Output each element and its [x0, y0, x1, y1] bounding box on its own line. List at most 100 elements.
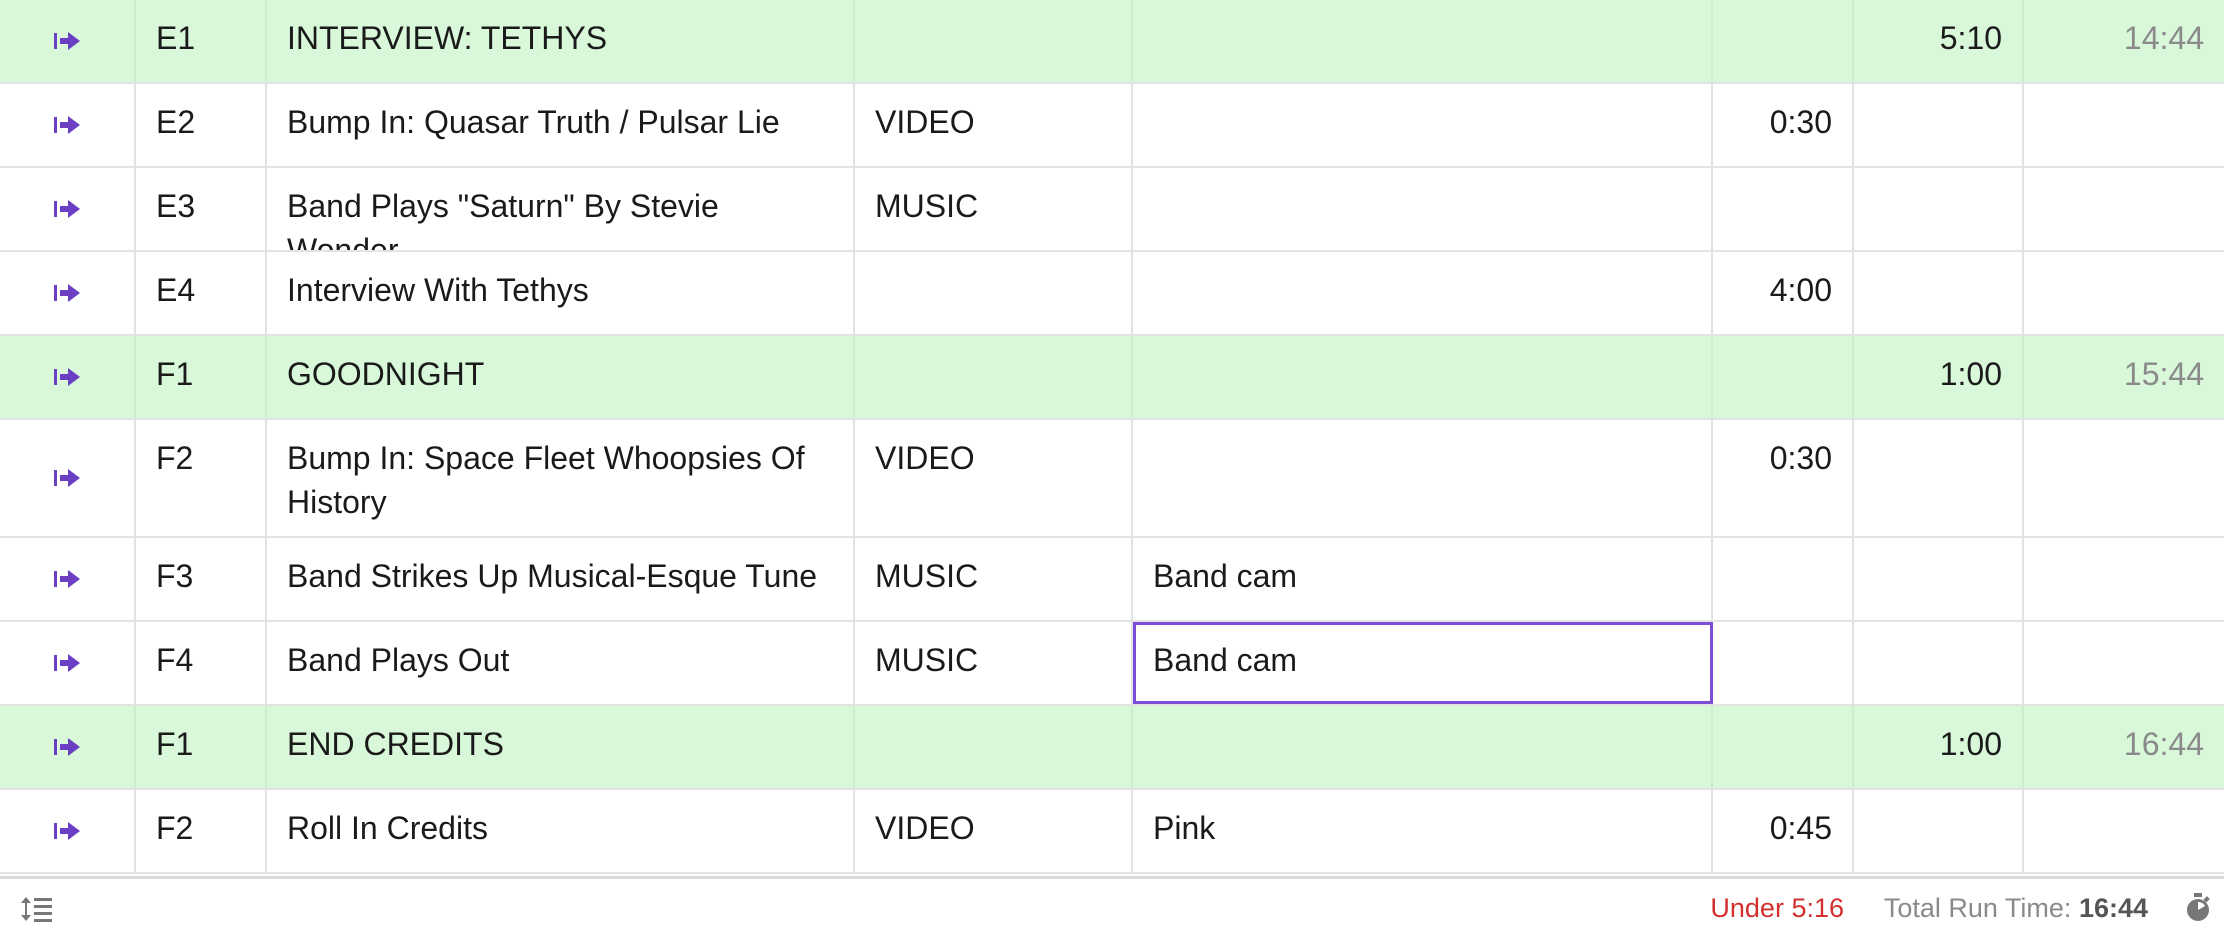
go-to-arrow-icon[interactable]: [52, 466, 82, 490]
type-cell[interactable]: VIDEO: [855, 790, 1133, 872]
total-run-time-label: Total Run Time:: [1883, 893, 2072, 923]
total-run-time: Total Run Time: 16:44: [1884, 893, 2148, 924]
segment-time-cell[interactable]: 1:00: [1854, 336, 2024, 418]
segment-time-cell[interactable]: [1854, 84, 2024, 166]
item-row[interactable]: E4 Interview With Tethys 4:00: [0, 252, 2224, 336]
duration-cell[interactable]: 0:45: [1713, 790, 1854, 872]
go-to-arrow-icon[interactable]: [52, 113, 82, 137]
line-height-icon[interactable]: [20, 895, 54, 930]
notes-cell[interactable]: [1133, 336, 1713, 418]
go-to-arrow-icon[interactable]: [52, 281, 82, 305]
item-number-cell[interactable]: E3: [136, 168, 267, 250]
notes-cell[interactable]: [1133, 84, 1713, 166]
notes-cell[interactable]: Band cam: [1133, 622, 1713, 704]
item-number-cell[interactable]: F2: [136, 420, 267, 536]
item-row[interactable]: F3 Band Strikes Up Musical-Esque Tune MUSI…: [0, 538, 2224, 622]
duration-cell[interactable]: [1713, 538, 1854, 620]
type-cell[interactable]: VIDEO: [855, 420, 1133, 536]
type-cell[interactable]: [855, 252, 1133, 334]
notes-cell[interactable]: Pink: [1133, 790, 1713, 872]
item-number-cell[interactable]: E2: [136, 84, 267, 166]
title-cell[interactable]: GOODNIGHT: [267, 336, 855, 418]
clock-time-cell[interactable]: [2024, 420, 2224, 536]
duration-cell[interactable]: 0:30: [1713, 420, 1854, 536]
title-cell[interactable]: INTERVIEW: TETHYS: [267, 0, 855, 82]
type-cell[interactable]: [855, 0, 1133, 82]
item-number-cell[interactable]: F3: [136, 538, 267, 620]
clock-time-cell[interactable]: 16:44: [2024, 706, 2224, 788]
notes-cell[interactable]: [1133, 706, 1713, 788]
go-to-arrow-icon[interactable]: [52, 197, 82, 221]
go-to-arrow-icon[interactable]: [52, 365, 82, 389]
go-to-arrow-icon[interactable]: [52, 651, 82, 675]
item-row[interactable]: F4 Band Plays Out MUSIC Band cam: [0, 622, 2224, 706]
under-over-status: Under 5:16: [1710, 893, 1844, 923]
clock-time-cell[interactable]: [2024, 252, 2224, 334]
duration-cell[interactable]: [1713, 706, 1854, 788]
clock-time-cell[interactable]: 15:44: [2024, 336, 2224, 418]
title-cell[interactable]: Bump In: Quasar Truth / Pulsar Lie: [267, 84, 855, 166]
segment-row[interactable]: E1 INTERVIEW: TETHYS 5:10 14:44: [0, 0, 2224, 84]
clock-time-cell[interactable]: [2024, 538, 2224, 620]
title-cell[interactable]: Band Plays Out: [267, 622, 855, 704]
segment-time-cell[interactable]: [1854, 538, 2024, 620]
row-action-cell: [0, 790, 136, 872]
item-number-cell[interactable]: F1: [136, 706, 267, 788]
go-to-arrow-icon[interactable]: [52, 567, 82, 591]
duration-cell[interactable]: [1713, 168, 1854, 250]
segment-time-cell[interactable]: 5:10: [1854, 0, 2024, 82]
go-to-arrow-icon[interactable]: [52, 819, 82, 843]
title-cell[interactable]: Roll In Credits: [267, 790, 855, 872]
title-cell[interactable]: END CREDITS: [267, 706, 855, 788]
type-cell[interactable]: [855, 706, 1133, 788]
item-row[interactable]: E2 Bump In: Quasar Truth / Pulsar Lie VIDE…: [0, 84, 2224, 168]
title-cell[interactable]: Interview With Tethys: [267, 252, 855, 334]
segment-time-cell[interactable]: [1854, 420, 2024, 536]
duration-cell[interactable]: [1713, 0, 1854, 82]
title-cell[interactable]: Bump In: Space Fleet Whoopsies Of Histor…: [267, 420, 855, 536]
total-run-time-value: 16:44: [2078, 893, 2148, 923]
stopwatch-icon[interactable]: [2184, 893, 2212, 930]
type-cell[interactable]: VIDEO: [855, 84, 1133, 166]
segment-time-cell[interactable]: [1854, 790, 2024, 872]
clock-time-cell[interactable]: [2024, 168, 2224, 250]
notes-cell[interactable]: Band cam: [1133, 538, 1713, 620]
notes-cell[interactable]: [1133, 420, 1713, 536]
duration-cell[interactable]: 0:30: [1713, 84, 1854, 166]
title-cell[interactable]: Band Plays "Saturn" By Stevie Wonder: [267, 168, 855, 250]
row-action-cell: [0, 84, 136, 166]
type-cell[interactable]: [855, 336, 1133, 418]
duration-cell[interactable]: [1713, 622, 1854, 704]
clock-time-cell[interactable]: [2024, 622, 2224, 704]
item-number-cell[interactable]: F2: [136, 790, 267, 872]
notes-cell[interactable]: [1133, 252, 1713, 334]
item-row[interactable]: F2 Bump In: Space Fleet Whoopsies Of Hist…: [0, 420, 2224, 538]
segment-row[interactable]: F1 END CREDITS 1:00 16:44: [0, 706, 2224, 790]
type-cell[interactable]: MUSIC: [855, 622, 1133, 704]
segment-time-cell[interactable]: [1854, 622, 2024, 704]
go-to-arrow-icon[interactable]: [52, 29, 82, 53]
item-row[interactable]: E3 Band Plays "Saturn" By Stevie Wonder MU…: [0, 168, 2224, 252]
duration-cell[interactable]: [1713, 336, 1854, 418]
notes-cell[interactable]: [1133, 0, 1713, 82]
row-action-cell: [0, 168, 136, 250]
item-number-cell[interactable]: E4: [136, 252, 267, 334]
segment-time-cell[interactable]: 1:00: [1854, 706, 2024, 788]
clock-time-cell[interactable]: [2024, 790, 2224, 872]
type-cell[interactable]: MUSIC: [855, 538, 1133, 620]
segment-row[interactable]: F1 GOODNIGHT 1:00 15:44: [0, 336, 2224, 420]
notes-cell[interactable]: [1133, 168, 1713, 250]
item-number-cell[interactable]: E1: [136, 0, 267, 82]
title-cell[interactable]: Band Strikes Up Musical-Esque Tune: [267, 538, 855, 620]
segment-time-cell[interactable]: [1854, 168, 2024, 250]
item-number-cell[interactable]: F4: [136, 622, 267, 704]
duration-cell[interactable]: 4:00: [1713, 252, 1854, 334]
item-row[interactable]: F2 Roll In Credits VIDEO Pink 0:45: [0, 790, 2224, 874]
item-number-cell[interactable]: F1: [136, 336, 267, 418]
type-cell[interactable]: MUSIC: [855, 168, 1133, 250]
clock-time-cell[interactable]: [2024, 84, 2224, 166]
segment-time-cell[interactable]: [1854, 252, 2024, 334]
go-to-arrow-icon[interactable]: [52, 735, 82, 759]
clock-time-cell[interactable]: 14:44: [2024, 0, 2224, 82]
row-action-cell: [0, 420, 136, 536]
